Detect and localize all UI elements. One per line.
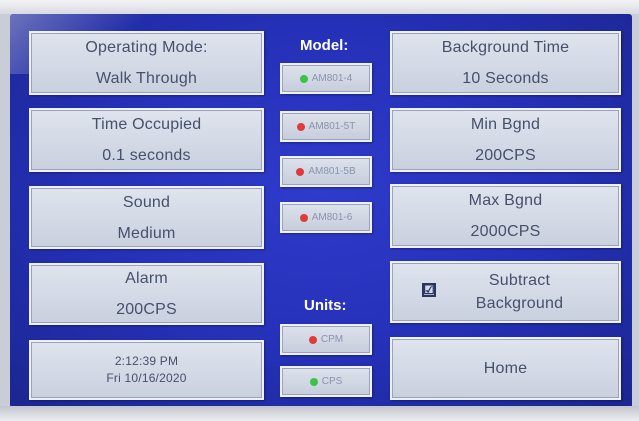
- sound-label: Sound: [122, 193, 171, 211]
- subtract-label-line1: Subtract: [488, 272, 551, 289]
- operating-mode-label: Operating Mode:: [85, 39, 208, 56]
- units-cps-led: [309, 377, 318, 386]
- time-occupied-label: Time Occupied: [91, 116, 202, 133]
- alarm-value: 200CPS: [116, 301, 177, 318]
- min-bgnd-value: 200CPS: [475, 147, 536, 164]
- home-button[interactable]: Home: [390, 337, 621, 400]
- clock-display: 2:12:39 PM Fri 10/16/2020: [29, 340, 264, 400]
- model-am801-5b-button[interactable]: AM801-5B: [280, 156, 372, 187]
- device-bezel-top: [0, 0, 639, 14]
- model-am801-5b-led: [296, 167, 305, 176]
- background-time-button[interactable]: Background Time 10 Seconds: [390, 31, 621, 95]
- units-cps-button[interactable]: CPS: [280, 366, 372, 397]
- model-am801-5t-button[interactable]: AM801-5T: [280, 111, 372, 142]
- units-cpm-led: [308, 335, 317, 344]
- model-am801-6-button[interactable]: AM801-6: [280, 202, 372, 233]
- min-bgnd-label: Min Bgnd: [470, 116, 541, 133]
- model-am801-4-button[interactable]: AM801-4: [280, 63, 372, 94]
- max-bgnd-label: Max Bgnd: [468, 192, 543, 209]
- min-bgnd-button[interactable]: Min Bgnd 200CPS: [390, 108, 621, 172]
- time-occupied-button[interactable]: Time Occupied 0.1 seconds: [29, 108, 264, 172]
- operating-mode-button[interactable]: Operating Mode: Walk Through: [29, 31, 264, 95]
- clock-time: 2:12:39 PM: [114, 354, 179, 368]
- operating-mode-value: Walk Through: [95, 70, 198, 87]
- subtract-label-line2: Background: [475, 295, 564, 312]
- max-bgnd-value: 2000CPS: [470, 223, 541, 240]
- sound-button[interactable]: Sound Medium: [29, 186, 264, 249]
- alarm-button[interactable]: Alarm 200CPS: [29, 263, 264, 325]
- time-occupied-value: 0.1 seconds: [102, 147, 191, 164]
- model-am801-6-led: [299, 213, 308, 222]
- home-label: Home: [483, 360, 528, 377]
- units-cpm-button[interactable]: CPM: [280, 324, 372, 355]
- background-time-value: 10 Seconds: [462, 70, 549, 87]
- model-am801-4-led: [299, 74, 308, 83]
- units-header: Units:: [304, 297, 347, 314]
- units-cps-label: CPS: [321, 376, 343, 387]
- model-header: Model:: [300, 37, 349, 54]
- checkbox-checked-icon[interactable]: ☑: [422, 283, 436, 297]
- units-cpm-label: CPM: [320, 334, 344, 345]
- model-am801-4-label: AM801-4: [311, 73, 353, 84]
- model-am801-5t-label: AM801-5T: [308, 121, 356, 132]
- hmi-screen: Operating Mode: Walk Through Time Occupi…: [10, 14, 632, 408]
- model-am801-5t-led: [296, 122, 305, 131]
- background-time-label: Background Time: [441, 39, 570, 56]
- model-am801-5b-label: AM801-5B: [308, 166, 356, 177]
- subtract-background-toggle[interactable]: ☑ Subtract Background: [390, 261, 621, 323]
- alarm-label: Alarm: [125, 270, 168, 287]
- clock-date: Fri 10/16/2020: [106, 371, 187, 385]
- device-bezel-bottom: [0, 406, 639, 421]
- max-bgnd-button[interactable]: Max Bgnd 2000CPS: [390, 184, 621, 248]
- sound-value: Medium: [117, 224, 176, 242]
- model-am801-6-label: AM801-6: [311, 212, 353, 223]
